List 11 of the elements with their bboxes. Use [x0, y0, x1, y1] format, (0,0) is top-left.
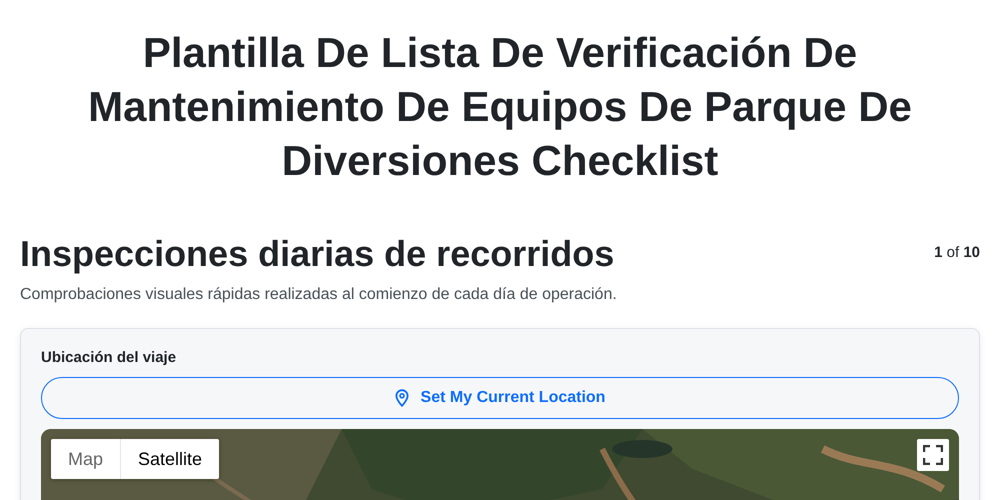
section-description: Comprobaciones visuales rápidas realizadas al comienzo de cada día de operación.	[20, 286, 618, 304]
map-type-tab[interactable]: Map	[51, 439, 120, 479]
page-title: Plantilla De Lista De Verificación De Mantenimiento De Equipos De Parque De Diversiones Checklist	[87, 28, 913, 186]
set-location-button[interactable]: Set My Current Location	[41, 377, 959, 419]
page-counter: 1 of 10	[934, 244, 980, 261]
map-type-tab[interactable]: Satellite	[120, 439, 220, 479]
field-label: Ubicación del viaje	[41, 349, 176, 366]
section-heading: Inspecciones diarias de recorridos	[20, 232, 614, 276]
location-pin-icon	[394, 389, 409, 407]
fullscreen-button[interactable]	[917, 439, 949, 471]
fullscreen-icon	[923, 445, 943, 465]
